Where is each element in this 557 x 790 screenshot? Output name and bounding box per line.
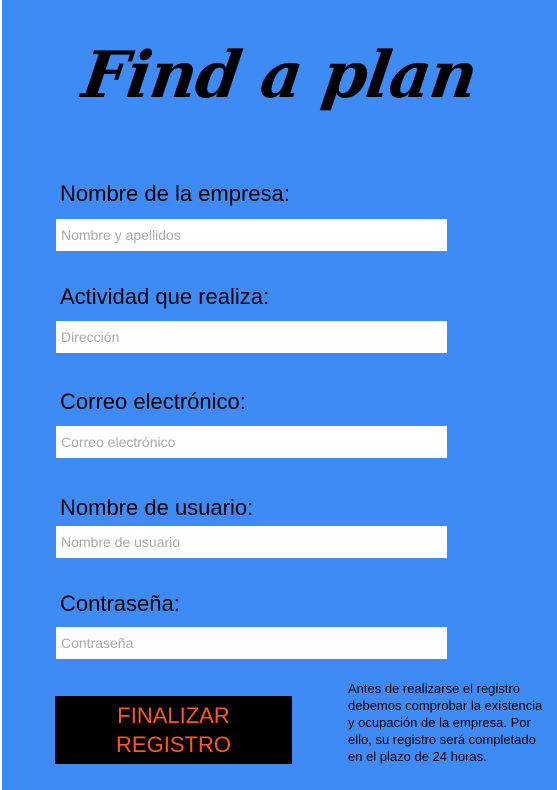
username-input[interactable] (56, 526, 447, 558)
registration-panel: Find a plan Nombre de la empresa: Activi… (2, 0, 557, 790)
company-name-input[interactable] (56, 219, 447, 251)
activity-input[interactable] (56, 321, 447, 353)
email-label: Correo electrónico: (60, 389, 246, 414)
finish-registration-label-line2: REGISTRO (116, 732, 231, 757)
finish-registration-label-line1: FINALIZAR (117, 703, 230, 728)
password-input[interactable] (56, 627, 447, 659)
username-label: Nombre de usuario: (60, 495, 254, 520)
registration-notice: Antes de realizarse el registro debemos … (348, 681, 543, 764)
logo: Find a plan (77, 38, 482, 113)
activity-label: Actividad que realiza: (60, 284, 270, 309)
company-name-label: Nombre de la empresa: (60, 181, 290, 206)
email-input[interactable] (56, 426, 447, 458)
finish-registration-button[interactable]: FINALIZAR REGISTRO (55, 696, 292, 764)
password-label: Contraseña: (60, 591, 180, 616)
